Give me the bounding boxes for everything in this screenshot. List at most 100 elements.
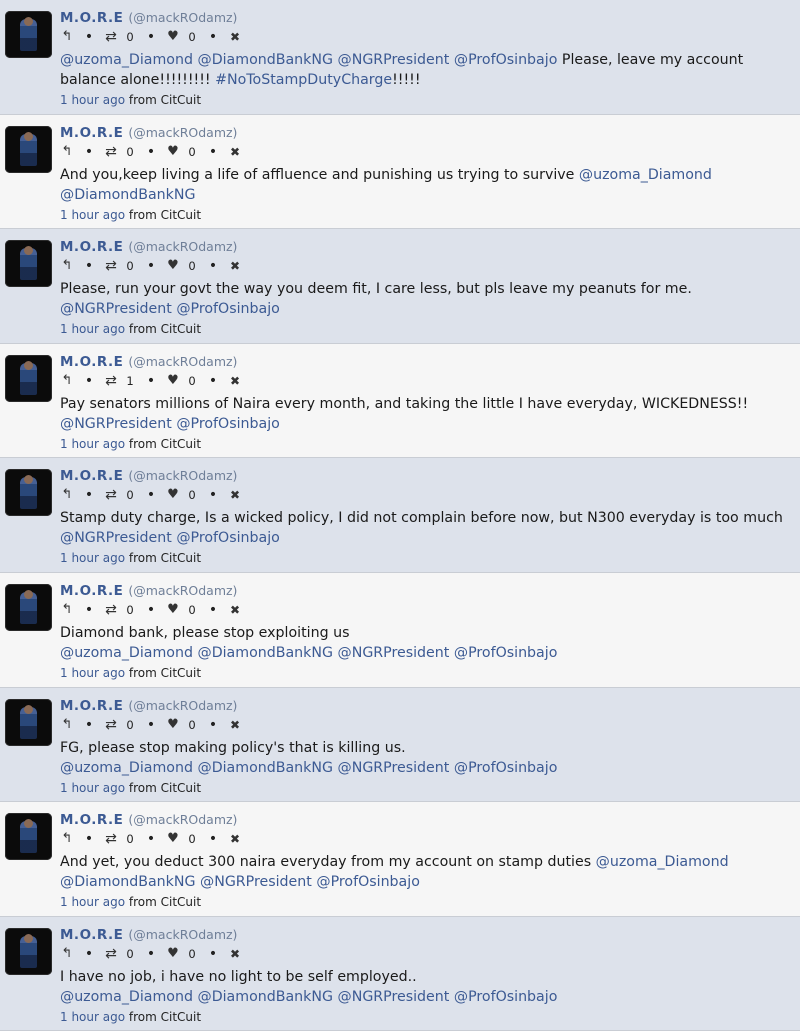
- tweet-timestamp[interactable]: 1 hour ago: [60, 93, 125, 107]
- mention-link[interactable]: @uzoma_Diamond: [60, 645, 193, 661]
- avatar[interactable]: [5, 125, 52, 173]
- reply-icon[interactable]: ↰: [60, 602, 74, 618]
- close-icon[interactable]: ✖: [228, 29, 242, 45]
- mention-link[interactable]: @NGRPresident: [338, 645, 450, 661]
- heart-icon[interactable]: ♥: [166, 717, 180, 733]
- mention-link[interactable]: @DiamondBankNG: [198, 989, 334, 1005]
- retweet-icon[interactable]: ⇄: [104, 946, 118, 962]
- tweet-timestamp[interactable]: 1 hour ago: [60, 551, 125, 565]
- mention-link[interactable]: @NGRPresident: [200, 874, 312, 890]
- heart-icon[interactable]: ♥: [166, 29, 180, 45]
- mention-link[interactable]: @ProfOsinbajo: [176, 416, 280, 432]
- user-name[interactable]: M.O.R.E: [60, 583, 123, 599]
- mention-link[interactable]: @ProfOsinbajo: [454, 52, 558, 68]
- user-handle[interactable]: (@mackROdamz): [128, 812, 237, 827]
- close-icon[interactable]: ✖: [228, 258, 242, 274]
- close-icon[interactable]: ✖: [228, 946, 242, 962]
- user-handle[interactable]: (@mackROdamz): [128, 239, 237, 254]
- mention-link[interactable]: @NGRPresident: [60, 301, 172, 317]
- user-handle[interactable]: (@mackROdamz): [128, 10, 237, 25]
- user-handle[interactable]: (@mackROdamz): [128, 583, 237, 598]
- user-handle[interactable]: (@mackROdamz): [128, 468, 237, 483]
- heart-icon[interactable]: ♥: [166, 144, 180, 160]
- avatar[interactable]: [5, 240, 52, 288]
- mention-link[interactable]: @NGRPresident: [338, 760, 450, 776]
- user-name[interactable]: M.O.R.E: [60, 239, 123, 255]
- retweet-icon[interactable]: ⇄: [104, 831, 118, 847]
- retweet-icon[interactable]: ⇄: [104, 144, 118, 160]
- heart-icon[interactable]: ♥: [166, 946, 180, 962]
- avatar[interactable]: [5, 698, 52, 746]
- reply-icon[interactable]: ↰: [60, 373, 74, 389]
- mention-link[interactable]: @NGRPresident: [60, 530, 172, 546]
- mention-link[interactable]: @NGRPresident: [338, 989, 450, 1005]
- close-icon[interactable]: ✖: [228, 487, 242, 503]
- mention-link[interactable]: @uzoma_Diamond: [60, 52, 193, 68]
- tweet-timestamp[interactable]: 1 hour ago: [60, 666, 125, 680]
- retweet-icon[interactable]: ⇄: [104, 602, 118, 618]
- reply-icon[interactable]: ↰: [60, 144, 74, 160]
- user-name[interactable]: M.O.R.E: [60, 468, 123, 484]
- reply-icon[interactable]: ↰: [60, 29, 74, 45]
- mention-link[interactable]: @uzoma_Diamond: [60, 989, 193, 1005]
- reply-icon[interactable]: ↰: [60, 831, 74, 847]
- tweet-timestamp[interactable]: 1 hour ago: [60, 322, 125, 336]
- user-name[interactable]: M.O.R.E: [60, 125, 123, 141]
- reply-icon[interactable]: ↰: [60, 717, 74, 733]
- user-handle[interactable]: (@mackROdamz): [128, 354, 237, 369]
- retweet-icon[interactable]: ⇄: [104, 487, 118, 503]
- user-name[interactable]: M.O.R.E: [60, 354, 123, 370]
- close-icon[interactable]: ✖: [228, 717, 242, 733]
- heart-icon[interactable]: ♥: [166, 258, 180, 274]
- mention-link[interactable]: @ProfOsinbajo: [176, 301, 280, 317]
- avatar[interactable]: [5, 354, 52, 402]
- mention-link[interactable]: @uzoma_Diamond: [60, 760, 193, 776]
- mention-link[interactable]: @DiamondBankNG: [60, 874, 196, 890]
- mention-link[interactable]: @ProfOsinbajo: [454, 645, 558, 661]
- tweet-timestamp[interactable]: 1 hour ago: [60, 895, 125, 909]
- user-handle[interactable]: (@mackROdamz): [128, 125, 237, 140]
- user-name[interactable]: M.O.R.E: [60, 927, 123, 943]
- heart-icon[interactable]: ♥: [166, 602, 180, 618]
- mention-link[interactable]: @ProfOsinbajo: [316, 874, 420, 890]
- retweet-icon[interactable]: ⇄: [104, 717, 118, 733]
- tweet-timestamp[interactable]: 1 hour ago: [60, 781, 125, 795]
- mention-link[interactable]: @DiamondBankNG: [198, 760, 334, 776]
- mention-link[interactable]: @DiamondBankNG: [198, 52, 334, 68]
- tweet-timestamp[interactable]: 1 hour ago: [60, 1010, 125, 1024]
- retweet-icon[interactable]: ⇄: [104, 373, 118, 389]
- hashtag-link[interactable]: #NoToStampDutyCharge: [215, 72, 392, 88]
- close-icon[interactable]: ✖: [228, 602, 242, 618]
- avatar[interactable]: [5, 11, 52, 58]
- close-icon[interactable]: ✖: [228, 144, 242, 160]
- avatar[interactable]: [5, 927, 52, 975]
- close-icon[interactable]: ✖: [228, 831, 242, 847]
- mention-link[interactable]: @DiamondBankNG: [60, 187, 196, 203]
- tweet-timestamp[interactable]: 1 hour ago: [60, 437, 125, 451]
- heart-icon[interactable]: ♥: [166, 373, 180, 389]
- mention-link[interactable]: @ProfOsinbajo: [176, 530, 280, 546]
- mention-link[interactable]: @ProfOsinbajo: [454, 760, 558, 776]
- reply-icon[interactable]: ↰: [60, 946, 74, 962]
- user-name[interactable]: M.O.R.E: [60, 812, 123, 828]
- mention-link[interactable]: @ProfOsinbajo: [454, 989, 558, 1005]
- user-handle[interactable]: (@mackROdamz): [128, 698, 237, 713]
- retweet-icon[interactable]: ⇄: [104, 258, 118, 274]
- mention-link[interactable]: @NGRPresident: [338, 52, 450, 68]
- mention-link[interactable]: @NGRPresident: [60, 416, 172, 432]
- avatar[interactable]: [5, 813, 52, 861]
- reply-icon[interactable]: ↰: [60, 258, 74, 274]
- avatar[interactable]: [5, 469, 52, 517]
- heart-icon[interactable]: ♥: [166, 487, 180, 503]
- reply-icon[interactable]: ↰: [60, 487, 74, 503]
- user-handle[interactable]: (@mackROdamz): [128, 927, 237, 942]
- user-name[interactable]: M.O.R.E: [60, 10, 123, 26]
- mention-link[interactable]: @DiamondBankNG: [198, 645, 334, 661]
- mention-link[interactable]: @uzoma_Diamond: [596, 854, 729, 870]
- user-name[interactable]: M.O.R.E: [60, 698, 123, 714]
- close-icon[interactable]: ✖: [228, 373, 242, 389]
- retweet-icon[interactable]: ⇄: [104, 29, 118, 45]
- mention-link[interactable]: @uzoma_Diamond: [579, 167, 712, 183]
- avatar[interactable]: [5, 583, 52, 631]
- heart-icon[interactable]: ♥: [166, 831, 180, 847]
